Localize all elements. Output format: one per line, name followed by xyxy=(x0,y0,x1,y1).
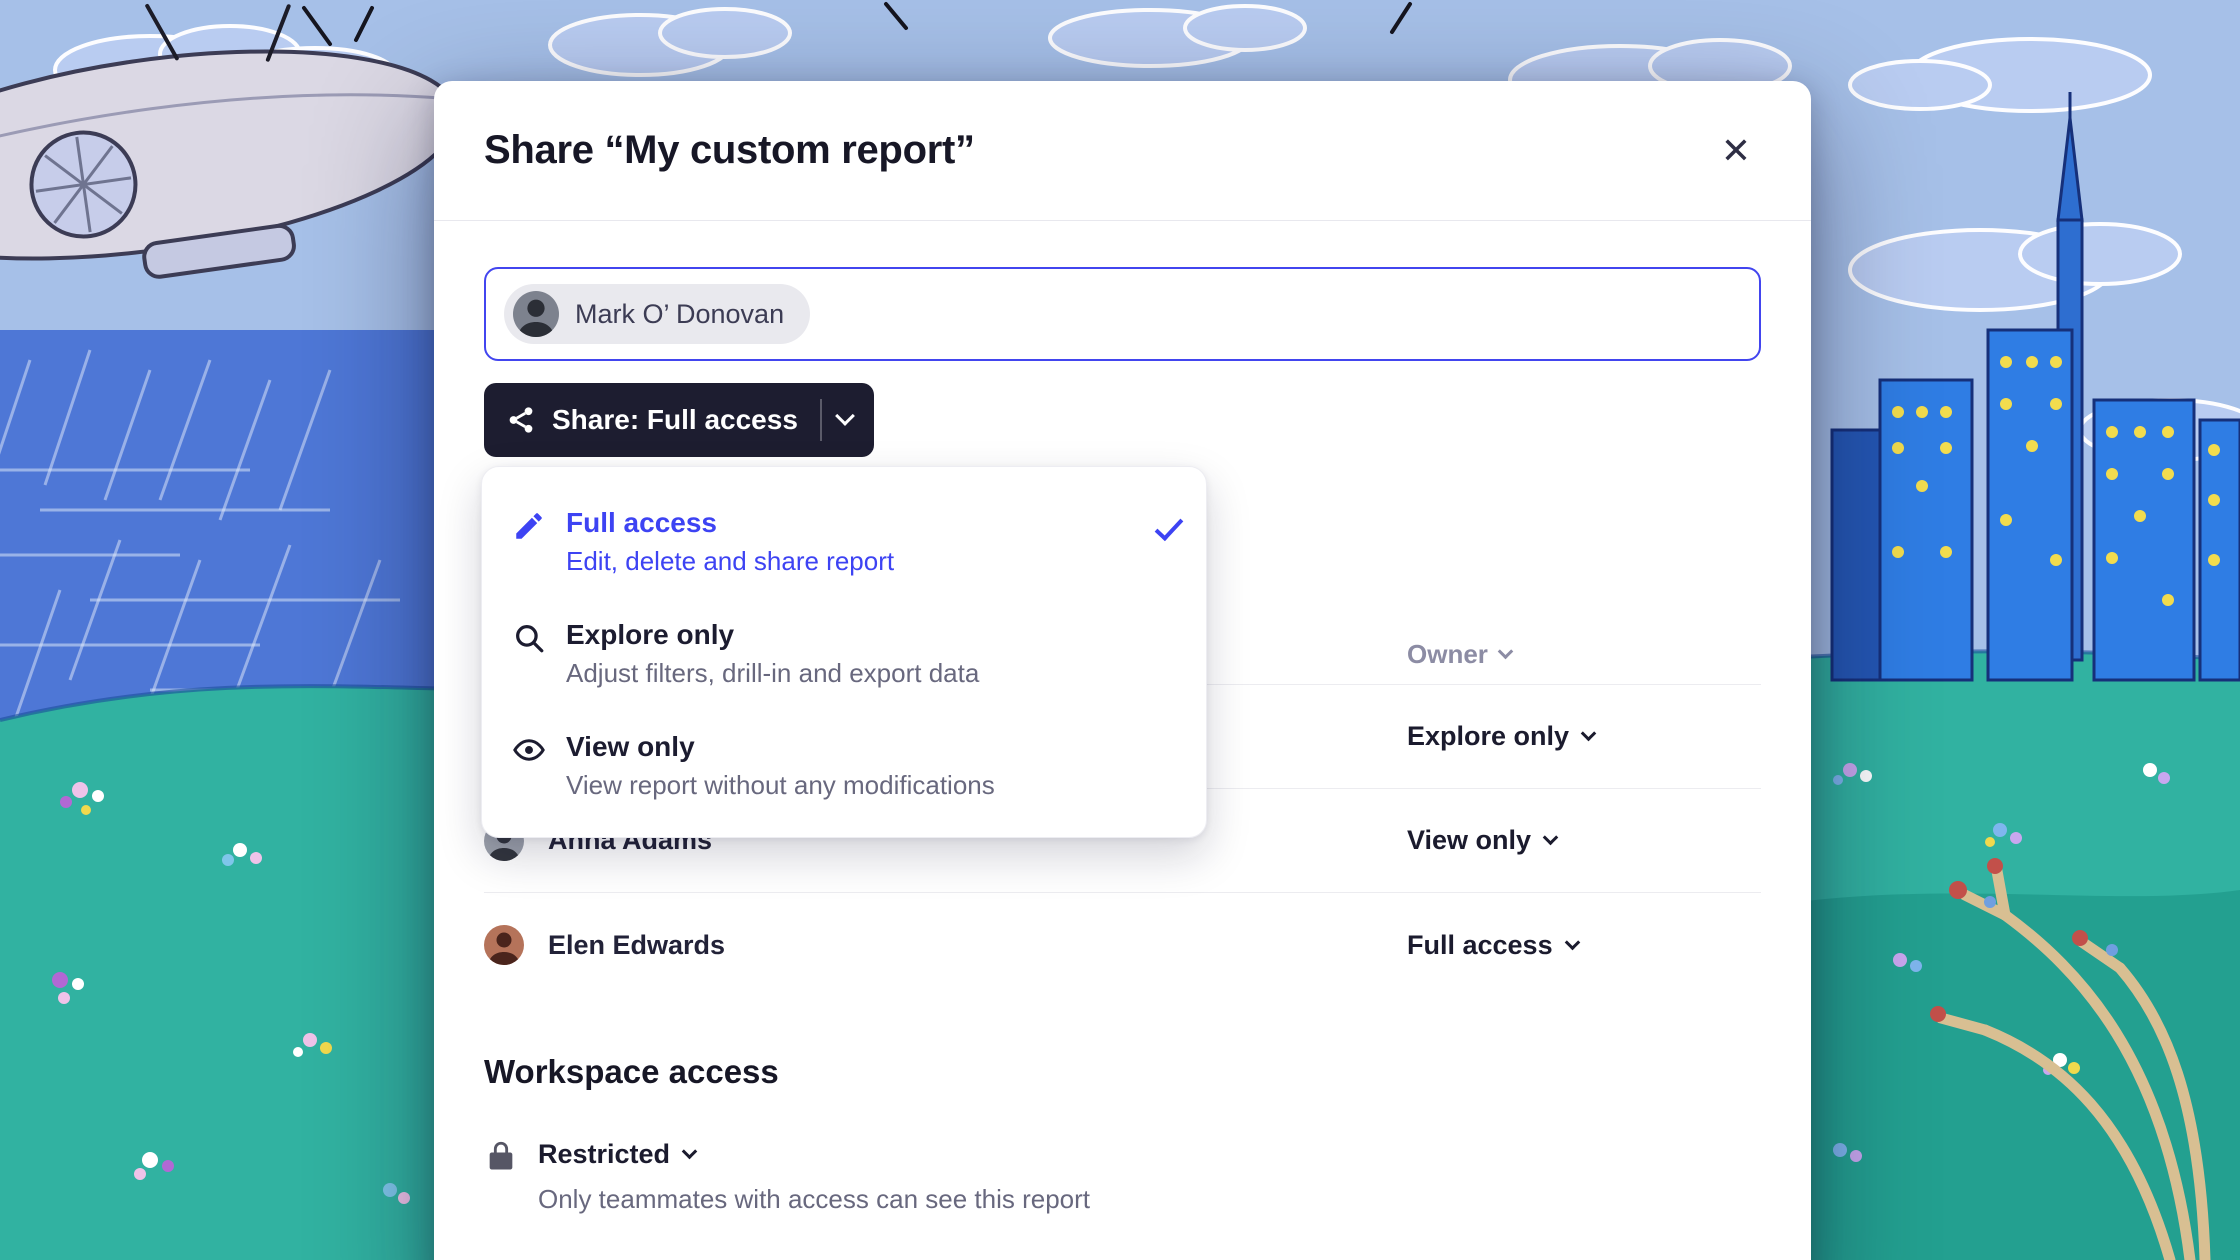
invite-people-input[interactable]: Mark O’ Donovan xyxy=(484,267,1761,361)
dialog-body: Mark O’ Donovan Share: Full access xyxy=(434,221,1811,1260)
menu-item-full-access[interactable]: Full access Edit, delete and share repor… xyxy=(482,487,1206,599)
share-split-button[interactable]: Share: Full access xyxy=(484,383,874,457)
person-name: Elen Edwards xyxy=(548,930,725,961)
screen: Share “My custom report” ✕ Mark O’ Donov… xyxy=(0,0,2240,1260)
menu-item-title: Explore only xyxy=(566,617,979,653)
eye-icon xyxy=(512,733,546,767)
share-button-row: Share: Full access xyxy=(484,383,1761,457)
workspace-access-section: Workspace access Restricted Only teammat… xyxy=(484,1053,1761,1215)
avatar xyxy=(484,925,524,965)
menu-item-description: Adjust filters, drill-in and export data xyxy=(566,653,979,693)
dialog-title: Share “My custom report” xyxy=(484,128,975,173)
menu-item-view-only[interactable]: View only View report without any modifi… xyxy=(482,711,1206,823)
menu-item-text: View only View report without any modifi… xyxy=(566,729,995,805)
menu-item-description: View report without any modifications xyxy=(566,765,995,805)
menu-item-title: Full access xyxy=(566,505,894,541)
workspace-access-description: Only teammates with access can see this … xyxy=(538,1184,1090,1215)
chevron-down-icon xyxy=(1581,726,1597,742)
person-row: Elen Edwards Full access xyxy=(484,893,1761,997)
chevron-down-icon xyxy=(1498,644,1514,660)
pencil-icon xyxy=(512,509,546,543)
menu-item-explore-only[interactable]: Explore only Adjust filters, drill-in an… xyxy=(482,599,1206,711)
lock-icon xyxy=(484,1139,518,1179)
workspace-restriction-row: Restricted Only teammates with access ca… xyxy=(484,1139,1761,1215)
person-identity: Elen Edwards xyxy=(484,925,1407,965)
chevron-down-icon xyxy=(1543,830,1559,846)
share-icon xyxy=(506,405,536,435)
chevron-down-icon[interactable] xyxy=(835,406,855,426)
check-icon xyxy=(1155,512,1184,541)
button-divider xyxy=(820,399,822,441)
menu-item-text: Explore only Adjust filters, drill-in an… xyxy=(566,617,979,693)
chevron-down-icon xyxy=(1564,934,1580,950)
person-chip[interactable]: Mark O’ Donovan xyxy=(504,284,810,344)
menu-item-title: View only xyxy=(566,729,995,765)
permission-menu: Full access Edit, delete and share repor… xyxy=(481,466,1207,838)
workspace-access-heading: Workspace access xyxy=(484,1053,1761,1091)
workspace-access-dropdown[interactable]: Restricted xyxy=(538,1139,1090,1170)
avatar xyxy=(513,291,559,337)
access-level-label: Full access xyxy=(1407,930,1553,961)
access-level-label: Explore only xyxy=(1407,721,1569,752)
owner-sort-dropdown[interactable]: Owner xyxy=(1407,639,1761,670)
menu-item-description: Edit, delete and share report xyxy=(566,541,894,581)
share-dialog: Share “My custom report” ✕ Mark O’ Donov… xyxy=(434,81,1811,1260)
workspace-restriction-text: Restricted Only teammates with access ca… xyxy=(538,1139,1090,1215)
close-icon[interactable]: ✕ xyxy=(1711,127,1761,175)
share-button-label: Share: Full access xyxy=(552,404,798,436)
person-chip-name: Mark O’ Donovan xyxy=(575,299,784,330)
workspace-access-level: Restricted xyxy=(538,1139,670,1170)
access-dropdown[interactable]: Explore only xyxy=(1407,721,1761,752)
dialog-header: Share “My custom report” ✕ xyxy=(434,81,1811,221)
chevron-down-icon xyxy=(682,1144,698,1160)
access-dropdown[interactable]: View only xyxy=(1407,825,1761,856)
access-dropdown[interactable]: Full access xyxy=(1407,930,1761,961)
search-icon xyxy=(512,621,546,655)
access-level-label: View only xyxy=(1407,825,1531,856)
owner-column-label: Owner xyxy=(1407,639,1488,670)
menu-item-text: Full access Edit, delete and share repor… xyxy=(566,505,894,581)
